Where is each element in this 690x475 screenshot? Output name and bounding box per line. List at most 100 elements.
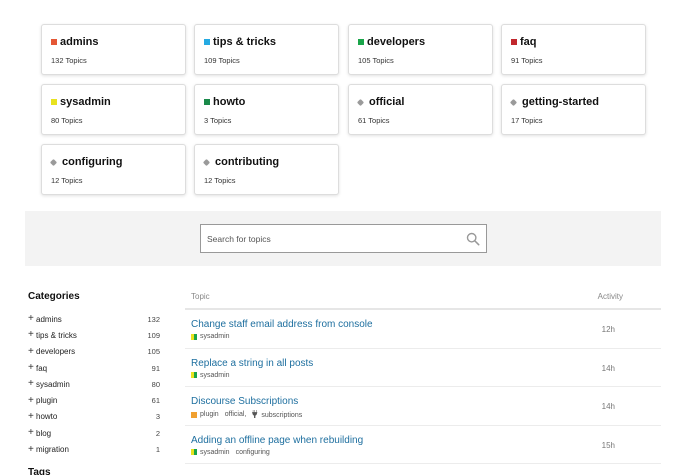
search-box[interactable] bbox=[200, 224, 487, 253]
sidebar-item-count: 109 bbox=[147, 330, 160, 340]
expand-plus-icon[interactable]: + bbox=[28, 379, 36, 389]
topic-category-link[interactable]: sysadmin bbox=[200, 449, 230, 456]
plugin-tag-icon bbox=[252, 410, 258, 418]
category-card-topic-count: 12 Topics bbox=[51, 176, 83, 185]
category-card-name: getting-started bbox=[522, 96, 599, 108]
expand-plus-icon[interactable]: + bbox=[28, 330, 36, 340]
category-card-topic-count: 80 Topics bbox=[51, 116, 83, 125]
category-card-title: tips & tricks bbox=[204, 35, 329, 49]
expand-plus-icon[interactable]: + bbox=[28, 363, 36, 373]
topic-tag-link[interactable]: official, bbox=[225, 411, 247, 418]
category-card-topic-count: 91 Topics bbox=[511, 56, 543, 65]
category-card-configuring[interactable]: configuring 12 Topics bbox=[41, 144, 186, 195]
expand-plus-icon[interactable]: + bbox=[28, 395, 36, 405]
sidebar-item-count: 105 bbox=[147, 347, 160, 357]
topic-title-link[interactable]: Change staff email address from console bbox=[191, 319, 655, 330]
category-card-name: configuring bbox=[62, 156, 123, 168]
sidebar-item-label: tips & tricks bbox=[36, 330, 77, 340]
category-card-name: developers bbox=[367, 36, 426, 48]
category-card-title: developers bbox=[358, 35, 483, 49]
expand-plus-icon[interactable]: + bbox=[28, 346, 36, 356]
topic-title-link[interactable]: Adding an offline page when rebuilding bbox=[191, 435, 655, 446]
category-card-title: official bbox=[358, 95, 483, 109]
category-card-sysadmin[interactable]: sysadmin 80 Topics bbox=[41, 84, 186, 135]
sidebar-item-count: 2 bbox=[155, 428, 160, 438]
category-card-faq[interactable]: faq 91 Topics bbox=[501, 24, 646, 75]
search-input[interactable] bbox=[207, 233, 466, 244]
category-card-contributing[interactable]: contributing 12 Topics bbox=[194, 144, 339, 195]
category-card-name: sysadmin bbox=[60, 96, 111, 108]
sidebar-item-label: admins bbox=[36, 314, 62, 324]
category-card-name: howto bbox=[213, 96, 246, 108]
sidebar-category-list: + admins 132 + tips & tricks 109 + developers 10… bbox=[28, 311, 160, 458]
category-card-title: admins bbox=[51, 35, 176, 49]
category-card-admins[interactable]: admins 132 Topics bbox=[41, 24, 186, 75]
category-card-title: faq bbox=[511, 35, 636, 49]
topic-tag-label: official, bbox=[224, 411, 247, 418]
search-band bbox=[25, 211, 661, 266]
topic-row: Replace a string in all posts sysadmin 14h bbox=[185, 349, 661, 387]
topic-activity-time[interactable]: 14h bbox=[602, 402, 615, 411]
category-color-icon bbox=[51, 39, 57, 45]
sidebar-item-blog[interactable]: + blog 2 bbox=[28, 425, 160, 441]
category-card-howto[interactable]: howto 3 Topics bbox=[194, 84, 339, 135]
category-card-title: howto bbox=[204, 95, 329, 109]
activity-column-header[interactable]: Activity bbox=[598, 292, 623, 308]
topic-row: Adding an offline page when rebuilding sy… bbox=[185, 426, 661, 464]
expand-plus-icon[interactable]: + bbox=[28, 314, 36, 324]
category-badge-icon bbox=[191, 411, 197, 418]
topic-category-link[interactable]: sysadmin bbox=[200, 333, 230, 340]
category-card-topic-count: 12 Topics bbox=[204, 176, 236, 185]
category-card-getting-started[interactable]: getting-started 17 Topics bbox=[501, 84, 646, 135]
sidebar-item-sysadmin[interactable]: + sysadmin 80 bbox=[28, 376, 160, 392]
expand-plus-icon[interactable]: + bbox=[28, 411, 36, 421]
topic-row: Discourse Subscriptions plugin official, su… bbox=[185, 387, 661, 426]
search-icon[interactable] bbox=[466, 232, 480, 246]
topic-category-link[interactable]: plugin bbox=[200, 411, 219, 418]
sidebar-item-plugin[interactable]: + plugin 61 bbox=[28, 392, 160, 408]
tag-icon bbox=[51, 159, 58, 166]
sidebar-item-label: howto bbox=[36, 412, 58, 422]
topic-column-header[interactable]: Topic bbox=[191, 292, 210, 308]
tag-icon bbox=[358, 99, 365, 106]
sidebar-item-label: plugin bbox=[36, 396, 58, 406]
topic-meta: sysadmin bbox=[191, 372, 655, 379]
topic-title-link[interactable]: Replace a string in all posts bbox=[191, 358, 655, 369]
topic-rows: Change staff email address from console s… bbox=[185, 310, 661, 464]
topic-tag-link[interactable]: configuring bbox=[236, 449, 270, 456]
sidebar-item-label: sysadmin bbox=[36, 379, 70, 389]
sidebar-item-howto[interactable]: + howto 3 bbox=[28, 409, 160, 425]
category-card-title: contributing bbox=[204, 155, 329, 169]
sidebar-item-count: 1 bbox=[155, 445, 160, 455]
category-badge-icon bbox=[191, 372, 197, 378]
sidebar-item-tips-tricks[interactable]: + tips & tricks 109 bbox=[28, 327, 160, 343]
topic-row: Change staff email address from console s… bbox=[185, 310, 661, 349]
category-color-icon bbox=[511, 39, 517, 45]
sidebar-item-faq[interactable]: + faq 91 bbox=[28, 360, 160, 376]
sidebar-item-count: 80 bbox=[151, 379, 160, 389]
expand-plus-icon[interactable]: + bbox=[28, 444, 36, 454]
tag-icon bbox=[204, 159, 211, 166]
sidebar-tags-title: Tags bbox=[28, 467, 51, 475]
category-card-tips-tricks[interactable]: tips & tricks 109 Topics bbox=[194, 24, 339, 75]
category-card-topic-count: 17 Topics bbox=[511, 116, 543, 125]
topic-tag-link[interactable]: subscriptions bbox=[252, 410, 302, 419]
sidebar-item-count: 132 bbox=[147, 314, 160, 324]
topic-activity-time[interactable]: 14h bbox=[602, 364, 615, 373]
sidebar-item-developers[interactable]: + developers 105 bbox=[28, 344, 160, 360]
sidebar-item-count: 61 bbox=[151, 396, 160, 406]
topic-activity-time[interactable]: 12h bbox=[602, 325, 615, 334]
expand-plus-icon[interactable]: + bbox=[28, 428, 36, 438]
category-badge-icon bbox=[191, 333, 197, 340]
topic-title-link[interactable]: Discourse Subscriptions bbox=[191, 396, 655, 407]
category-card-topic-count: 61 Topics bbox=[358, 116, 390, 125]
topic-activity-time[interactable]: 15h bbox=[602, 441, 615, 450]
category-card-title: configuring bbox=[51, 155, 176, 169]
sidebar-item-label: developers bbox=[36, 347, 76, 357]
sidebar-item-migration[interactable]: + migration 1 bbox=[28, 441, 160, 457]
topic-category-link[interactable]: sysadmin bbox=[200, 372, 230, 379]
category-card-topic-count: 132 Topics bbox=[51, 56, 87, 65]
category-card-official[interactable]: official 61 Topics bbox=[348, 84, 493, 135]
sidebar-item-admins[interactable]: + admins 132 bbox=[28, 311, 160, 327]
category-card-developers[interactable]: developers 105 Topics bbox=[348, 24, 493, 75]
